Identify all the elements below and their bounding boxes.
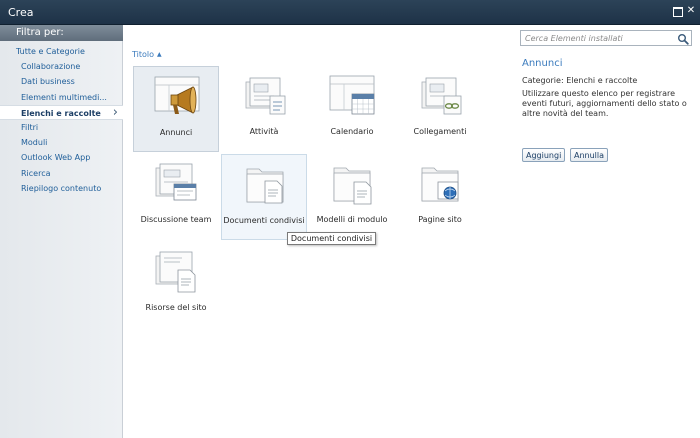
filter-sidebar: Filtra per: Tutte e Categorie Collaborazi… [0, 25, 123, 438]
form-library-icon [333, 167, 372, 205]
tile-label: Risorse del sito [145, 303, 207, 312]
tile-collegamenti[interactable]: Collegamenti [397, 66, 483, 152]
task-list-icon [245, 77, 286, 115]
site-pages-icon [421, 167, 459, 202]
tile-calendario[interactable]: Calendario [309, 66, 395, 152]
tile-label: Calendario [330, 127, 374, 136]
detail-title: Annunci [522, 58, 563, 69]
sidebar-item-collaborazione[interactable]: Collaborazione [0, 59, 123, 74]
sidebar-item-dati-business[interactable]: Dati business [0, 74, 123, 89]
filter-list: Tutte e Categorie Collaborazione Dati busi… [0, 44, 123, 196]
tile-label: Pagine sito [418, 215, 462, 224]
cancel-button[interactable]: Annulla [570, 148, 608, 162]
tile-modelli-di-modulo[interactable]: Modelli di modulo [309, 154, 395, 240]
sidebar-item-riepilogo-contenuto[interactable]: Riepilogo contenuto [0, 181, 123, 196]
sort-ascending-icon: ▲ [157, 51, 162, 58]
site-assets-icon [155, 251, 196, 293]
dialog-titlebar: Crea ✕ [0, 0, 700, 25]
sidebar-item-moduli[interactable]: Moduli [0, 135, 123, 150]
sidebar-item-tutte-e-categorie[interactable]: Tutte e Categorie [0, 44, 123, 59]
tile-label: Modelli di modulo [316, 215, 388, 224]
sidebar-item-filtri[interactable]: Filtri [0, 120, 123, 135]
search-box [520, 30, 692, 46]
tile-annunci[interactable]: Annunci [133, 66, 219, 152]
links-list-icon [421, 77, 462, 115]
tile-pagine-sito[interactable]: Pagine sito [397, 154, 483, 240]
detail-category: Categorie: Elenchi e raccolte [522, 76, 638, 85]
sidebar-item-elementi-multimedi[interactable]: Elementi multimedi... [0, 90, 123, 105]
add-button[interactable]: Aggiungi [522, 148, 565, 162]
sort-by-title[interactable]: Titolo ▲ [132, 50, 162, 59]
tile-risorse-del-sito[interactable]: Risorse del sito [133, 242, 219, 328]
tile-label: Discussione team [140, 215, 212, 224]
tile-label: Collegamenti [413, 127, 467, 136]
sidebar-item-elenchi-e-raccolte[interactable]: Elenchi e raccolte [0, 104, 123, 120]
search-input[interactable] [521, 31, 671, 45]
sidebar-item-outlook-web-app[interactable]: Outlook Web App [0, 150, 123, 165]
discussion-board-icon [155, 163, 197, 201]
tile-label: Attività [249, 127, 279, 136]
search-icon[interactable] [677, 33, 689, 45]
maximize-icon[interactable] [671, 5, 683, 17]
calendar-icon [329, 75, 375, 115]
tile-discussione-team[interactable]: Discussione team [133, 154, 219, 240]
announcement-megaphone-icon [154, 76, 200, 114]
detail-description: Utilizzare questo elenco per registrare … [522, 89, 687, 118]
tile-label: Annunci [159, 128, 193, 137]
dialog-title: Crea [8, 6, 34, 19]
document-library-icon [246, 168, 284, 204]
tooltip: Documenti condivisi [287, 232, 376, 245]
filter-header: Filtra per: [0, 25, 123, 41]
tile-label: Documenti condivisi [223, 216, 305, 225]
tile-documenti-condivisi[interactable]: Documenti condivisi [221, 154, 307, 240]
close-icon[interactable]: ✕ [685, 5, 697, 17]
tile-attivit-[interactable]: Attività [221, 66, 307, 152]
sidebar-item-ricerca[interactable]: Ricerca [0, 166, 123, 181]
sort-label: Titolo [132, 50, 155, 59]
